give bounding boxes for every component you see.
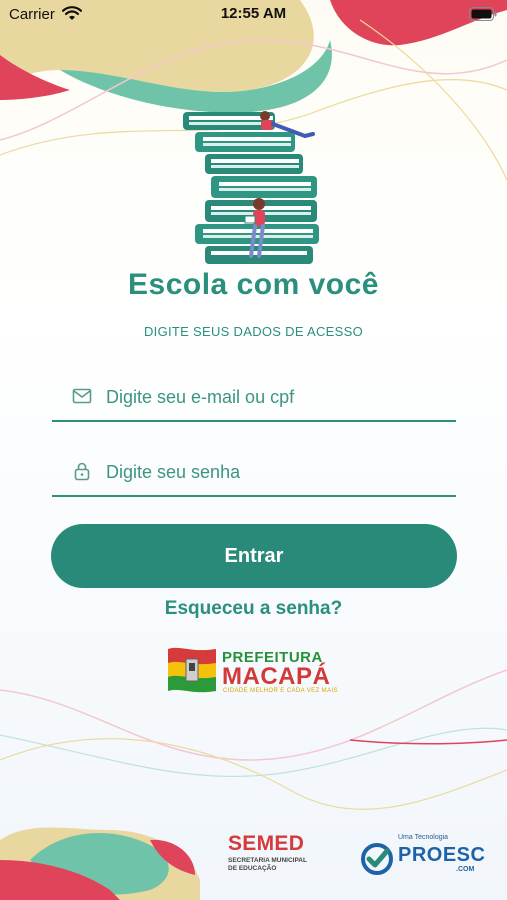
email-field[interactable] — [52, 372, 456, 422]
books-stack-readers-illustration — [183, 111, 319, 264]
proesc-suffix: .COM — [456, 866, 475, 873]
forgot-password-link[interactable]: Esqueceu a senha? — [0, 598, 507, 620]
battery-icon — [469, 7, 497, 21]
status-bar: Carrier 12:55 AM — [0, 0, 507, 28]
password-field[interactable] — [52, 447, 456, 497]
lock-icon — [74, 462, 90, 481]
semed-subtitle-line1: SECRETARIA MUNICIPAL — [228, 857, 307, 864]
prefeitura-macapa-logo: PREFEITURA MACAPÁ CIDADE MELHOR E CADA V… — [166, 643, 338, 699]
semed-subtitle: SECRETARIA MUNICIPAL DE EDUCAÇÃO — [228, 857, 323, 873]
login-button[interactable]: Entrar — [51, 524, 457, 588]
semed-subtitle-line2: DE EDUCAÇÃO — [228, 865, 277, 872]
clock: 12:55 AM — [220, 5, 287, 22]
envelope-icon — [72, 388, 92, 404]
macapa-flag-icon — [168, 647, 216, 693]
app-title: Escola com você — [128, 268, 379, 301]
macapa-label: MACAPÁ — [222, 663, 331, 690]
proesc-name: PROESC — [398, 844, 486, 866]
email-input[interactable] — [106, 382, 446, 412]
login-subtitle: DIGITE SEUS DADOS DE ACESSO — [143, 324, 364, 339]
proesc-tagline: Uma Tecnologia — [398, 834, 449, 841]
proesc-check-icon — [361, 843, 393, 875]
semed-logo: SEMED SECRETARIA MUNICIPAL DE EDUCAÇÃO — [228, 832, 323, 878]
semed-title: SEMED — [228, 832, 305, 855]
prefeitura-slogan: CIDADE MELHOR E CADA VEZ MAIS — [223, 688, 338, 694]
password-input[interactable] — [106, 457, 446, 487]
proesc-logo: Uma Tecnologia PROESC .COM — [358, 834, 486, 878]
